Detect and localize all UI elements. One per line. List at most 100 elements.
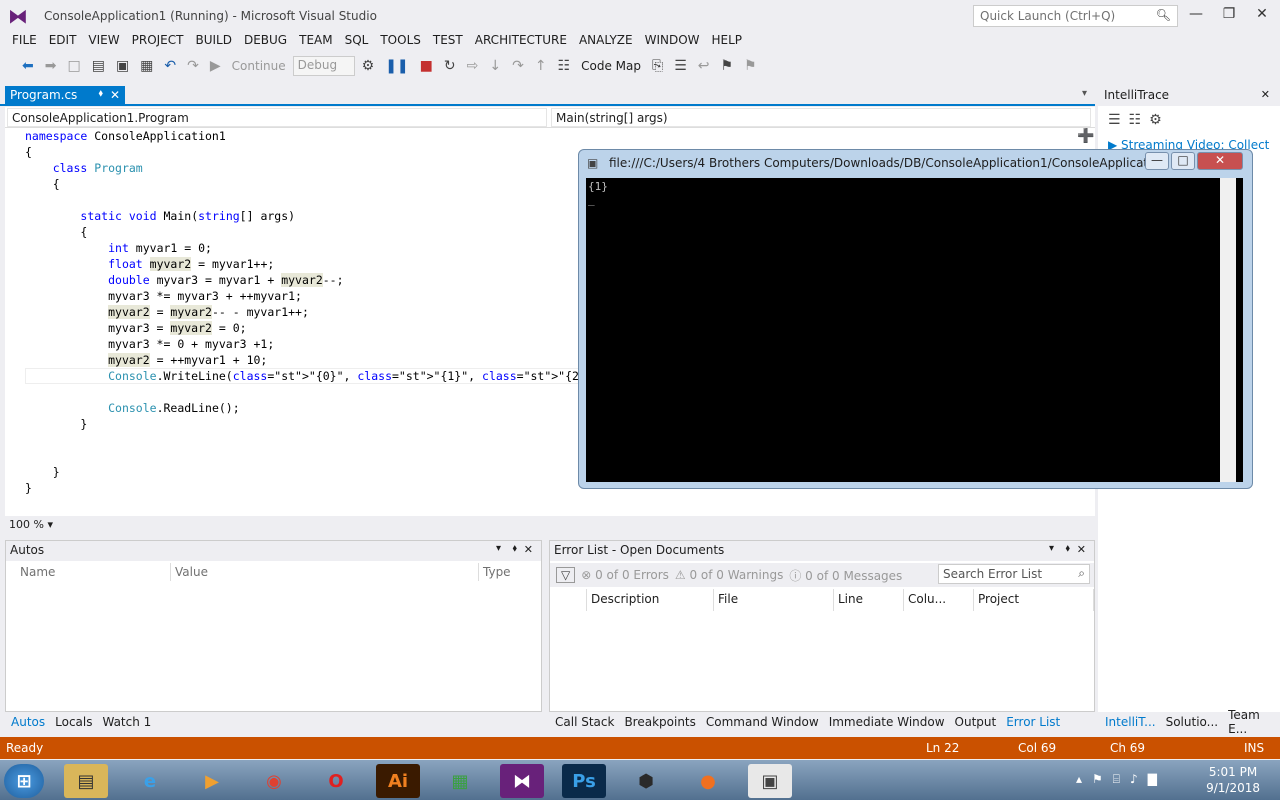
menu-project[interactable]: PROJECT [126, 30, 190, 52]
tab-intellitrace[interactable]: IntelliT... [1100, 715, 1161, 729]
pin-icon[interactable]: ⬧ [1066, 543, 1071, 554]
split-icon[interactable]: ➕ [1077, 128, 1094, 144]
tab-team-explorer[interactable]: Team E... [1223, 708, 1280, 736]
media-player-icon[interactable]: ▶ [190, 764, 234, 798]
app-window-icon[interactable]: ▣ [748, 764, 792, 798]
zoom-select[interactable]: 100 % ▾ [5, 517, 65, 533]
menu-sql[interactable]: SQL [339, 30, 375, 52]
back-icon[interactable]: ⬅ [18, 58, 38, 74]
menu-architecture[interactable]: ARCHITECTURE [469, 30, 573, 52]
menu-view[interactable]: VIEW [82, 30, 125, 52]
tab-error-list[interactable]: Error List [1001, 715, 1065, 729]
signal-icon[interactable]: ▇ [1148, 772, 1167, 786]
volume-icon[interactable]: ♪ [1130, 772, 1148, 786]
tab-dropdown-icon[interactable]: ▾ [1082, 88, 1087, 99]
menu-build[interactable]: BUILD [189, 30, 237, 52]
quick-launch-input[interactable]: Quick Launch (Ctrl+Q) 🔍︎ [973, 5, 1178, 27]
list-icon[interactable]: ☰ [1108, 112, 1129, 128]
column-type[interactable]: Type [478, 563, 538, 581]
tray-chevron-icon[interactable]: ▴ [1076, 772, 1092, 786]
attach-icon[interactable]: ⚙ [358, 58, 379, 74]
configuration-select[interactable]: Debug [292, 56, 355, 76]
close-icon[interactable]: ✕ [1077, 543, 1086, 556]
gear-icon[interactable]: ⚙ [1149, 112, 1170, 128]
menu-tools[interactable]: TOOLS [374, 30, 427, 52]
minimize-button[interactable]: — [1184, 6, 1208, 24]
redo-icon[interactable]: ↷ [183, 58, 203, 74]
hex-icon[interactable]: ⎘ [648, 58, 667, 74]
console-window[interactable]: ▣ file:///C:/Users/4 Brothers Computers/… [578, 149, 1253, 489]
menu-team[interactable]: TEAM [293, 30, 338, 52]
tab-program-cs[interactable]: Program.cs ⬧ ✕ [5, 86, 125, 106]
pin-icon[interactable]: ⬧ [513, 543, 518, 554]
firefox-icon[interactable]: ● [686, 764, 730, 798]
new-project-icon[interactable]: □ [63, 58, 84, 74]
continue-button[interactable]: Continue [228, 59, 290, 73]
horizontal-scrollbar[interactable] [75, 520, 1080, 530]
open-file-icon[interactable]: ▤ [88, 58, 109, 74]
column-name[interactable]: Name [16, 563, 166, 581]
tab-immediate-window[interactable]: Immediate Window [824, 715, 950, 729]
column-column[interactable]: Colu... [904, 589, 974, 611]
internet-explorer-icon[interactable]: e [128, 764, 172, 798]
chrome-icon[interactable]: ◉ [252, 764, 296, 798]
visual-studio-icon[interactable]: ⧓ [500, 764, 544, 798]
menu-test[interactable]: TEST [427, 30, 469, 52]
undo-icon[interactable]: ↶ [160, 58, 180, 74]
start-orb-icon[interactable]: ⊞ [4, 764, 44, 798]
pause-icon[interactable]: ❚❚ [381, 58, 412, 74]
menu-edit[interactable]: EDIT [43, 30, 83, 52]
illustrator-icon[interactable]: Ai [376, 764, 420, 798]
network-icon[interactable]: ⌸ [1113, 772, 1130, 786]
chevron-down-icon[interactable]: ▾ [496, 543, 501, 554]
file-explorer-icon[interactable]: ▤ [64, 764, 108, 798]
tab-watch-1[interactable]: Watch 1 [97, 715, 156, 729]
save-icon[interactable]: ▣ [112, 58, 133, 74]
console-maximize-button[interactable]: □ [1171, 152, 1195, 170]
menu-debug[interactable]: DEBUG [238, 30, 293, 52]
tab-autos[interactable]: Autos [6, 715, 50, 729]
close-icon[interactable]: ✕ [1261, 88, 1270, 101]
tree-icon[interactable]: ☷ [1129, 112, 1150, 128]
tab-output[interactable]: Output [950, 715, 1002, 729]
tab-solution-explorer[interactable]: Solutio... [1161, 715, 1224, 729]
close-icon[interactable]: ✕ [524, 543, 533, 556]
menu-window[interactable]: WINDOW [639, 30, 706, 52]
code-map-icon[interactable]: ☷ [554, 58, 575, 74]
column-value[interactable]: Value [170, 563, 470, 581]
calculator-icon[interactable]: ▦ [438, 764, 482, 798]
opera-icon[interactable]: O [314, 764, 358, 798]
stop-icon[interactable]: ■ [416, 58, 437, 74]
console-scrollbar[interactable] [1220, 178, 1236, 482]
console-minimize-button[interactable]: — [1145, 152, 1169, 170]
tab-call-stack[interactable]: Call Stack [550, 715, 619, 729]
pin-icon[interactable]: ⬧ [99, 88, 104, 99]
flag-icon[interactable]: ⚑ [1092, 772, 1113, 786]
warnings-filter[interactable]: ⚠ 0 of 0 Warnings [675, 568, 783, 582]
column-line[interactable]: Line [834, 589, 904, 611]
tab-breakpoints[interactable]: Breakpoints [619, 715, 700, 729]
chevron-down-icon[interactable]: ▾ [1049, 543, 1054, 554]
show-next-statement-icon[interactable]: ⇨ [463, 58, 483, 74]
tab-locals[interactable]: Locals [50, 715, 97, 729]
menu-help[interactable]: HELP [706, 30, 749, 52]
clock[interactable]: 5:01 PM 9/1/2018 [1206, 764, 1260, 796]
bookmark-prev-icon[interactable]: ↩ [694, 58, 714, 74]
step-out-icon[interactable]: ↑ [531, 58, 551, 74]
console-output[interactable]: {1} _ [586, 178, 1243, 482]
error-search-input[interactable]: Search Error List ⌕ [938, 564, 1090, 584]
column-description[interactable]: Description [586, 589, 714, 611]
console-close-button[interactable]: ✕ [1197, 152, 1243, 170]
restore-button[interactable]: ❐ [1217, 6, 1241, 24]
close-button[interactable]: ✕ [1250, 6, 1274, 24]
menu-analyze[interactable]: ANALYZE [573, 30, 639, 52]
column-project[interactable]: Project [974, 589, 1094, 611]
bookmark-icon[interactable]: ⚑ [716, 58, 737, 74]
messages-filter[interactable]: ⓘ 0 of 0 Messages [789, 567, 902, 584]
class-combo[interactable]: ConsoleApplication1.Program [7, 108, 547, 127]
nox-icon[interactable]: ⬢ [624, 764, 668, 798]
column-file[interactable]: File [714, 589, 834, 611]
errors-filter[interactable]: ⊗ 0 of 0 Errors [581, 568, 669, 582]
tab-command-window[interactable]: Command Window [701, 715, 824, 729]
menu-file[interactable]: FILE [6, 30, 43, 52]
